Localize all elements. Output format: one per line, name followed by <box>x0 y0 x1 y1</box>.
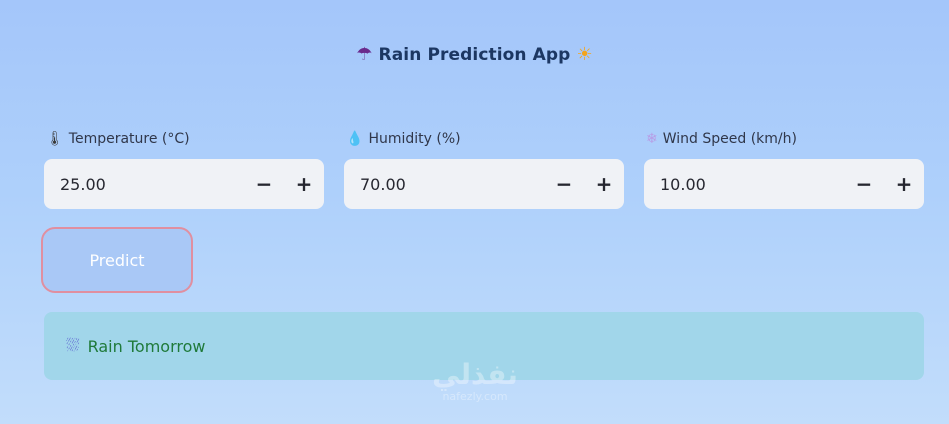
snowflake-icon: ❄ <box>646 131 658 147</box>
app-title-text: Rain Prediction App <box>378 45 571 65</box>
humidity-field: 💧 Humidity (%) 70.00 − + <box>344 128 624 209</box>
app-title: ☂ Rain Prediction App ☀ <box>0 44 949 65</box>
temperature-field: 🌡 Temperature (°C) 25.00 − + <box>44 128 324 209</box>
temperature-increment-button[interactable]: + <box>284 159 324 209</box>
wind-speed-input[interactable]: 10.00 − + <box>644 159 924 209</box>
wind-speed-label: ❄ Wind Speed (km/h) <box>646 128 924 150</box>
humidity-input[interactable]: 70.00 − + <box>344 159 624 209</box>
wind-speed-field: ❄ Wind Speed (km/h) 10.00 − + <box>644 128 924 209</box>
predict-button[interactable]: Predict <box>41 227 193 293</box>
wind-speed-decrement-button[interactable]: − <box>844 159 884 209</box>
wind-speed-label-text: Wind Speed (km/h) <box>662 131 797 147</box>
humidity-decrement-button[interactable]: − <box>544 159 584 209</box>
humidity-value[interactable]: 70.00 <box>344 175 544 194</box>
temperature-value[interactable]: 25.00 <box>44 175 244 194</box>
temperature-label-text: Temperature (°C) <box>68 131 190 147</box>
temperature-decrement-button[interactable]: − <box>244 159 284 209</box>
watermark-url: nafezly.com <box>442 390 508 403</box>
thermometer-icon: 🌡 <box>46 131 64 147</box>
umbrella-icon: ☂ <box>356 44 373 65</box>
humidity-label: 💧 Humidity (%) <box>346 128 624 150</box>
wind-speed-increment-button[interactable]: + <box>884 159 924 209</box>
humidity-increment-button[interactable]: + <box>584 159 624 209</box>
humidity-label-text: Humidity (%) <box>368 131 461 147</box>
wind-speed-value[interactable]: 10.00 <box>644 175 844 194</box>
result-alert: ⛆ Rain Tomorrow <box>44 312 924 380</box>
temperature-input[interactable]: 25.00 − + <box>44 159 324 209</box>
droplet-icon: 💧 <box>346 131 364 147</box>
sun-icon: ☀ <box>576 44 593 65</box>
result-text: Rain Tomorrow <box>87 336 206 356</box>
temperature-label: 🌡 Temperature (°C) <box>46 128 324 150</box>
rain-cloud-icon: ⛆ <box>66 336 80 356</box>
